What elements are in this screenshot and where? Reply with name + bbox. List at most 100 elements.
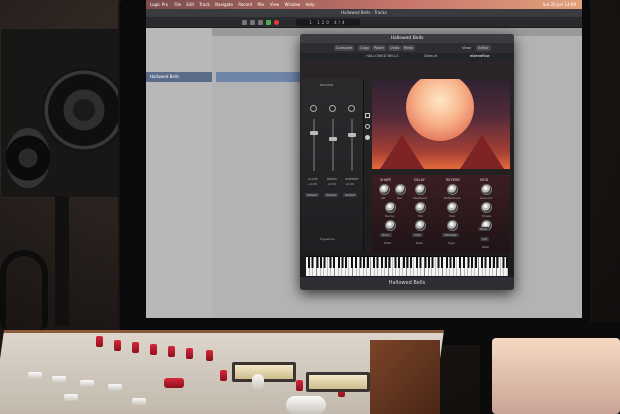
output-select-close[interactable]: Output: [305, 193, 320, 197]
select-pitch[interactable]: Oct+: [380, 233, 392, 237]
forward-button[interactable]: [250, 20, 255, 25]
menubar-item-edit[interactable]: Edit: [186, 2, 194, 7]
piano-black-keys[interactable]: [306, 256, 508, 268]
pan-knob-breea[interactable]: [329, 105, 336, 112]
select-delay-rate[interactable]: 1/4n: [412, 233, 423, 237]
console-red-button[interactable]: [296, 380, 303, 391]
preset-select[interactable]: Default: [424, 54, 437, 58]
console-red-button[interactable]: [132, 342, 139, 353]
menubar-item-track[interactable]: Track: [199, 2, 209, 7]
knob-release[interactable]: [396, 185, 405, 194]
rewind-button[interactable]: [242, 20, 247, 25]
menubar-app-name[interactable]: Logic Pro: [150, 2, 168, 7]
side-icons: [364, 111, 372, 171]
knob-size[interactable]: [448, 203, 457, 212]
eq-icon[interactable]: [365, 113, 370, 118]
menubar-item-record[interactable]: Record: [238, 2, 252, 7]
browse-label[interactable]: BROWSE: [320, 83, 333, 87]
label-reflections: Reflections: [444, 196, 461, 200]
play-button[interactable]: [266, 20, 271, 25]
knob-feedback[interactable]: [416, 185, 425, 194]
select-mod-rate[interactable]: 1/4: [480, 237, 489, 241]
console-white-button[interactable]: [80, 380, 94, 387]
channel-name-breea: BREEA: [327, 177, 337, 181]
console-red-button[interactable]: [220, 370, 227, 381]
menubar-item-mix[interactable]: Mix: [257, 2, 264, 7]
speaker-stand: [55, 196, 69, 326]
redo-button[interactable]: Redo: [402, 45, 416, 51]
menubar-item-navigate[interactable]: Navigate: [215, 2, 233, 7]
paste-button[interactable]: Paste: [372, 45, 386, 51]
select-reverb-type[interactable]: Intimate: [442, 233, 459, 237]
knob-attack[interactable]: [380, 185, 389, 194]
knob-amount[interactable]: [482, 185, 491, 194]
menubar-item-view[interactable]: View: [270, 2, 280, 7]
pan-knob-close[interactable]: [310, 105, 317, 112]
info-icon[interactable]: [365, 135, 370, 140]
stop-button[interactable]: [258, 20, 263, 25]
settings-icon[interactable]: [365, 124, 370, 129]
track-header-selected[interactable]: Hallowed Bells: [146, 72, 212, 82]
console-white-button[interactable]: [132, 398, 146, 405]
label-attack: Att: [381, 196, 386, 200]
knob-type[interactable]: [448, 221, 457, 230]
knob-shape[interactable]: [482, 203, 491, 212]
plugin-body: BROWSE CLOSE BREEA AMBIENT +0.00 +0.00 +…: [300, 61, 514, 277]
knob-pitch[interactable]: [386, 221, 395, 230]
pan-knob-ambient[interactable]: [348, 105, 355, 112]
console-white-button[interactable]: [52, 376, 66, 383]
knob-delay-mix[interactable]: [416, 203, 425, 212]
console-red-button[interactable]: [114, 340, 121, 351]
artwork-sun: [406, 79, 474, 141]
signature-label[interactable]: Signature: [320, 237, 334, 241]
plugin-toolbar: Compare Copy Paste Undo Redo View: Edito…: [300, 43, 514, 53]
knob-delay-rate[interactable]: [416, 221, 425, 230]
console-knob[interactable]: [286, 396, 326, 414]
fader-track-breea: [332, 119, 334, 171]
menubar-item-file[interactable]: File: [174, 2, 181, 7]
menubar-item-window[interactable]: Window: [284, 2, 300, 7]
console-white-button[interactable]: [64, 394, 78, 401]
speaker-tweeter: [6, 128, 50, 188]
studio-scene: Logic Pro File Edit Track Navigate Recor…: [0, 0, 620, 414]
console-white-button[interactable]: [108, 384, 122, 391]
copy-button[interactable]: Copy: [358, 45, 372, 51]
fx-section-mod[interactable]: MOD: [480, 178, 488, 182]
undo-button[interactable]: Undo: [388, 45, 402, 51]
console-red-button[interactable]: [168, 346, 175, 357]
fader-breea[interactable]: [329, 137, 337, 141]
label-amount: Amount: [480, 196, 492, 200]
knob-decay[interactable]: [386, 203, 395, 212]
output-select-ambient[interactable]: Output: [343, 193, 358, 197]
console-white-button[interactable]: [28, 372, 42, 379]
fader-track-close: [313, 119, 315, 171]
fx-section-delay[interactable]: DELAY: [414, 178, 425, 182]
output-select-breea[interactable]: Output: [324, 193, 339, 197]
instrument-artwork: [372, 79, 510, 169]
console-red-button[interactable]: [206, 350, 213, 361]
knob-reflections[interactable]: [448, 185, 457, 194]
fx-section-reverb[interactable]: REVERB: [446, 178, 460, 182]
label-delay-mix: Mix: [418, 214, 424, 218]
fader-close[interactable]: [310, 131, 318, 135]
console-red-paddle[interactable]: [164, 378, 184, 388]
menubar-item-help[interactable]: Help: [306, 2, 315, 7]
plugin-title: Hallowed Bells: [300, 34, 514, 43]
plugin-footer-name: Hallowed Bells: [300, 277, 514, 290]
record-button[interactable]: [274, 20, 279, 25]
console-red-button[interactable]: [96, 336, 103, 347]
vu-meter: [232, 362, 296, 382]
console-red-button[interactable]: [186, 348, 193, 359]
fader-ambient[interactable]: [348, 133, 356, 137]
fx-panel: SHAPE DELAY REVERB MOD Att Rel Feedback …: [372, 175, 510, 253]
fx-section-shape[interactable]: SHAPE: [380, 178, 391, 182]
label-size: Size: [449, 214, 456, 218]
view-select[interactable]: Editor: [476, 45, 491, 51]
channel-value-breea: +0.00: [327, 182, 337, 186]
compare-button[interactable]: Compare: [334, 45, 355, 51]
lcd-display: 1 120 4/4: [296, 19, 360, 26]
console-red-button[interactable]: [150, 344, 157, 355]
console-knob[interactable]: [252, 374, 264, 390]
brand-right: eblendflow: [470, 54, 490, 58]
select-mod-type[interactable]: Slow: [478, 227, 490, 231]
